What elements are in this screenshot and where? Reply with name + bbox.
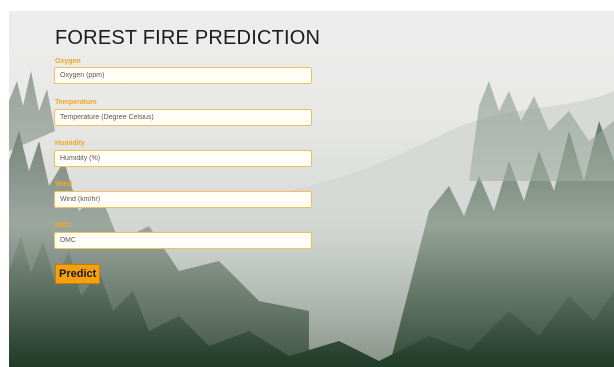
prediction-form: FOREST FIRE PREDICTION Oxygen Temperatur… [9, 11, 614, 367]
humidity-label: Humidity [55, 140, 85, 147]
temperature-label: Temperature [55, 99, 97, 106]
dmc-input[interactable] [54, 232, 312, 249]
wind-input[interactable] [54, 191, 312, 208]
oxygen-label: Oxygen [55, 58, 81, 65]
dmc-label: DMC [55, 222, 71, 229]
page-title: FOREST FIRE PREDICTION [55, 27, 321, 49]
temperature-input[interactable] [54, 109, 312, 126]
wind-label: Wind [55, 181, 73, 188]
humidity-input[interactable] [54, 150, 312, 167]
oxygen-input[interactable] [54, 67, 312, 84]
forest-background: FOREST FIRE PREDICTION Oxygen Temperatur… [9, 11, 614, 367]
predict-button[interactable]: Predict [55, 264, 101, 284]
